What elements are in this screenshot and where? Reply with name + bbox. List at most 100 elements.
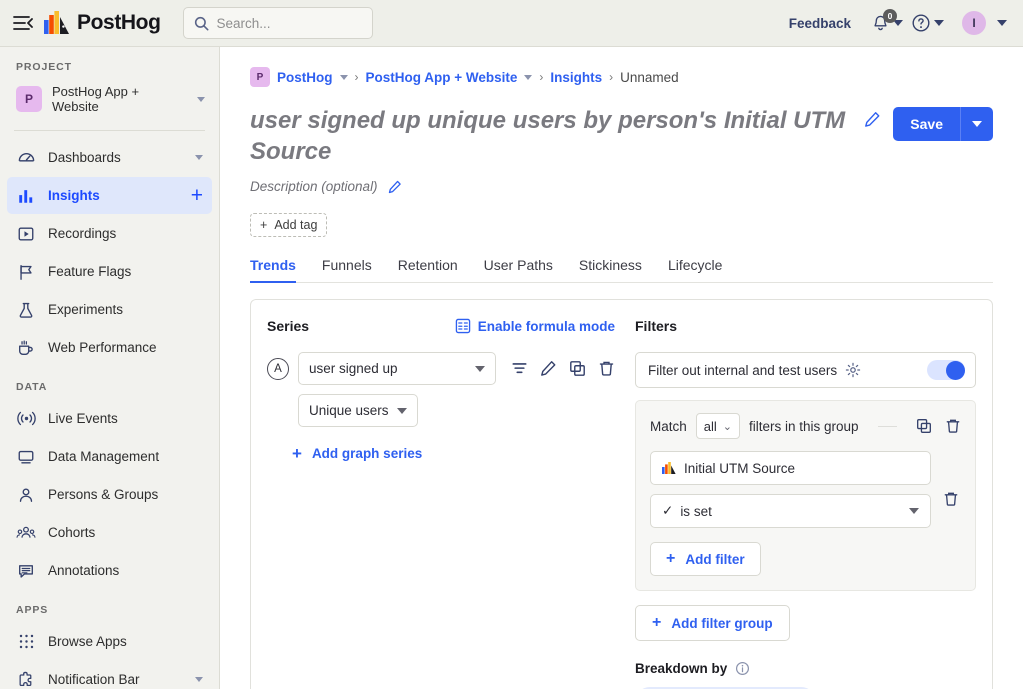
info-circle-icon[interactable]	[735, 661, 750, 676]
avatar[interactable]: I	[962, 11, 986, 35]
add-graph-series-button[interactable]: + Add graph series	[292, 445, 615, 462]
sidebar-item-experiments[interactable]: Experiments	[7, 291, 212, 328]
sidebar-section-apps: APPS	[0, 604, 219, 616]
chevron-down-icon[interactable]	[934, 20, 944, 26]
topbar-actions: Feedback 0	[789, 8, 1009, 38]
monitor-icon	[16, 447, 36, 467]
group-actions	[916, 418, 961, 434]
search-input[interactable]: Search...	[183, 7, 373, 39]
chevron-down-icon[interactable]	[997, 20, 1007, 26]
sidebar-item-browse-apps[interactable]: Browse Apps	[7, 623, 212, 660]
sidebar-item-recordings[interactable]: Recordings	[7, 215, 212, 252]
chevron-down-icon[interactable]	[197, 97, 205, 102]
tab-user-paths[interactable]: User Paths	[484, 257, 553, 282]
chevron-down-icon[interactable]	[195, 155, 203, 160]
series-row-actions	[511, 360, 615, 377]
filters-header: Filters	[635, 316, 976, 336]
series-math-value: Unique users	[309, 403, 389, 418]
series-header: Series Enable formula mode	[267, 316, 615, 336]
breadcrumb-section[interactable]: Insights	[550, 70, 602, 85]
breadcrumb-org[interactable]: PostHog	[277, 70, 333, 85]
filter-operator-value: is set	[680, 504, 901, 519]
series-letter-badge: A	[267, 358, 289, 380]
description-row: Description (optional)	[250, 174, 993, 199]
sidebar-item-annotations[interactable]: Annotations	[7, 552, 212, 589]
trash-icon[interactable]	[943, 491, 959, 507]
series-event-value: user signed up	[309, 361, 467, 376]
tab-funnels[interactable]: Funnels	[322, 257, 372, 282]
breadcrumb-project[interactable]: PostHog App + Website	[366, 70, 518, 85]
chevron-down-icon[interactable]	[340, 75, 348, 80]
sidebar-item-notification-bar[interactable]: Notification Bar	[7, 661, 212, 689]
sidebar-label: Feature Flags	[48, 264, 203, 279]
filter-icon[interactable]	[511, 360, 528, 377]
bar-chart-icon	[16, 186, 36, 206]
sidebar-label: Data Management	[48, 449, 203, 464]
plus-icon: +	[652, 615, 661, 631]
match-type-select[interactable]: all ⌄	[696, 413, 740, 439]
duplicate-icon[interactable]	[569, 360, 586, 377]
sidebar-item-insights[interactable]: Insights +	[7, 177, 212, 214]
formula-link-label: Enable formula mode	[478, 319, 615, 334]
filter-property-select[interactable]: Initial UTM Source	[650, 451, 931, 485]
sidebar-item-live-events[interactable]: Live Events	[7, 400, 212, 437]
add-filter-button[interactable]: + Add filter	[650, 542, 761, 576]
sidebar-label: Experiments	[48, 302, 203, 317]
sidebar-item-data-management[interactable]: Data Management	[7, 438, 212, 475]
trash-icon[interactable]	[598, 360, 615, 377]
save-button[interactable]: Save	[893, 107, 960, 141]
enable-formula-mode-button[interactable]: Enable formula mode	[455, 318, 615, 334]
save-split-button: Save	[893, 107, 993, 141]
body: PROJECT P PostHog App + Website Dashboar…	[0, 47, 1023, 689]
add-filter-group-button[interactable]: + Add filter group	[635, 605, 790, 641]
save-dropdown-button[interactable]	[960, 107, 993, 141]
filter-row-delete	[941, 451, 961, 507]
duplicate-icon[interactable]	[916, 418, 932, 434]
feedback-button[interactable]: Feedback	[789, 16, 851, 31]
help-button[interactable]	[909, 10, 946, 36]
sidebar-item-web-performance[interactable]: Web Performance	[7, 329, 212, 366]
filter-row-fields: Initial UTM Source ✓ is set	[650, 451, 931, 528]
user-menu[interactable]: I	[950, 8, 1009, 38]
filter-row: Initial UTM Source ✓ is set	[650, 451, 961, 528]
series-math-select[interactable]: Unique users	[298, 394, 418, 427]
top-bar: PostHog Search... Feedback 0	[0, 0, 1023, 47]
edit-title-icon[interactable]	[864, 111, 881, 133]
chevron-down-icon[interactable]	[195, 677, 203, 682]
filter-operator-select[interactable]: ✓ is set	[650, 494, 931, 528]
group-divider	[878, 426, 897, 427]
add-filter-group-label: Add filter group	[671, 616, 772, 631]
test-users-toggle[interactable]	[927, 360, 965, 380]
sidebar-item-cohorts[interactable]: Cohorts	[7, 514, 212, 551]
breadcrumb-org-badge: P	[250, 67, 270, 87]
edit-description-icon[interactable]	[388, 180, 402, 199]
sidebar-item-persons-groups[interactable]: Persons & Groups	[7, 476, 212, 513]
insight-editor-card: Series Enable formula mode A	[250, 299, 993, 689]
tab-retention[interactable]: Retention	[398, 257, 458, 282]
breadcrumb-current: Unnamed	[620, 70, 679, 85]
main-content: P PostHog › PostHog App + Website › Insi…	[220, 47, 1023, 689]
sidebar-collapse-icon[interactable]	[10, 10, 36, 36]
tab-lifecycle[interactable]: Lifecycle	[668, 257, 722, 282]
sidebar-label: Persons & Groups	[48, 487, 203, 502]
posthog-logo[interactable]: PostHog	[44, 11, 161, 35]
notifications-button[interactable]: 0	[869, 11, 905, 36]
comment-lines-icon	[16, 561, 36, 581]
live-signal-icon	[16, 409, 36, 429]
new-insight-button[interactable]: +	[191, 185, 203, 206]
add-tag-button[interactable]: + Add tag	[250, 213, 327, 237]
add-tag-label: Add tag	[274, 218, 317, 232]
tab-trends[interactable]: Trends	[250, 257, 296, 282]
pencil-icon[interactable]	[540, 360, 557, 377]
search-icon	[194, 16, 209, 31]
posthog-person-property-icon	[662, 462, 676, 474]
series-event-select[interactable]: user signed up	[298, 352, 496, 385]
gear-icon[interactable]	[845, 362, 861, 378]
posthog-hedgehog-icon	[44, 11, 70, 35]
project-switcher[interactable]: P PostHog App + Website	[0, 80, 219, 118]
sidebar-item-dashboards[interactable]: Dashboards	[7, 139, 212, 176]
chevron-down-icon[interactable]	[524, 75, 532, 80]
sidebar-item-feature-flags[interactable]: Feature Flags	[7, 253, 212, 290]
tab-stickiness[interactable]: Stickiness	[579, 257, 642, 282]
trash-icon[interactable]	[945, 418, 961, 434]
